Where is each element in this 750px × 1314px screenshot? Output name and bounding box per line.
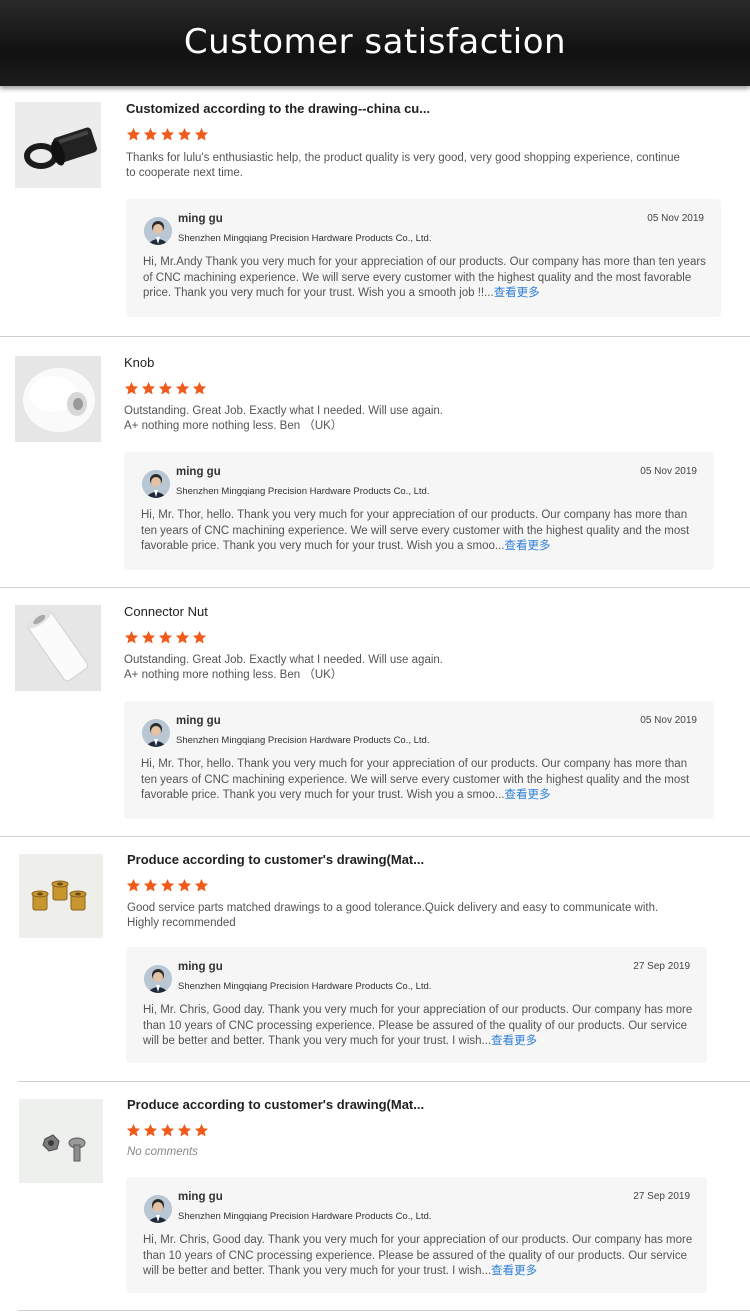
star-icon (126, 1123, 141, 1137)
review-card: Produce according to customer's drawing(… (0, 0, 750, 1314)
review-comment: No comments (127, 1146, 198, 1158)
star-icon (143, 1123, 158, 1137)
view-more-link[interactable]: 查看更多 (491, 1265, 537, 1277)
star-rating (126, 1123, 209, 1139)
steel-nut-bolt-icon[interactable] (19, 1099, 103, 1183)
reply-company: Shenzhen Mingqiang Precision Hardware Pr… (178, 1211, 432, 1222)
seller-reply: ming gu Shenzhen Mingqiang Precision Har… (126, 1177, 707, 1293)
reply-author: ming gu (178, 1191, 223, 1203)
divider (18, 1310, 750, 1311)
star-icon (194, 1123, 209, 1137)
avatar (144, 1195, 172, 1223)
product-title[interactable]: Produce according to customer's drawing(… (127, 1097, 424, 1112)
reply-date: 27 Sep 2019 (633, 1191, 690, 1202)
star-icon (177, 1123, 192, 1137)
star-icon (160, 1123, 175, 1137)
reply-text: Hi, Mr. Chris, Good day. Thank you very … (143, 1234, 693, 1277)
